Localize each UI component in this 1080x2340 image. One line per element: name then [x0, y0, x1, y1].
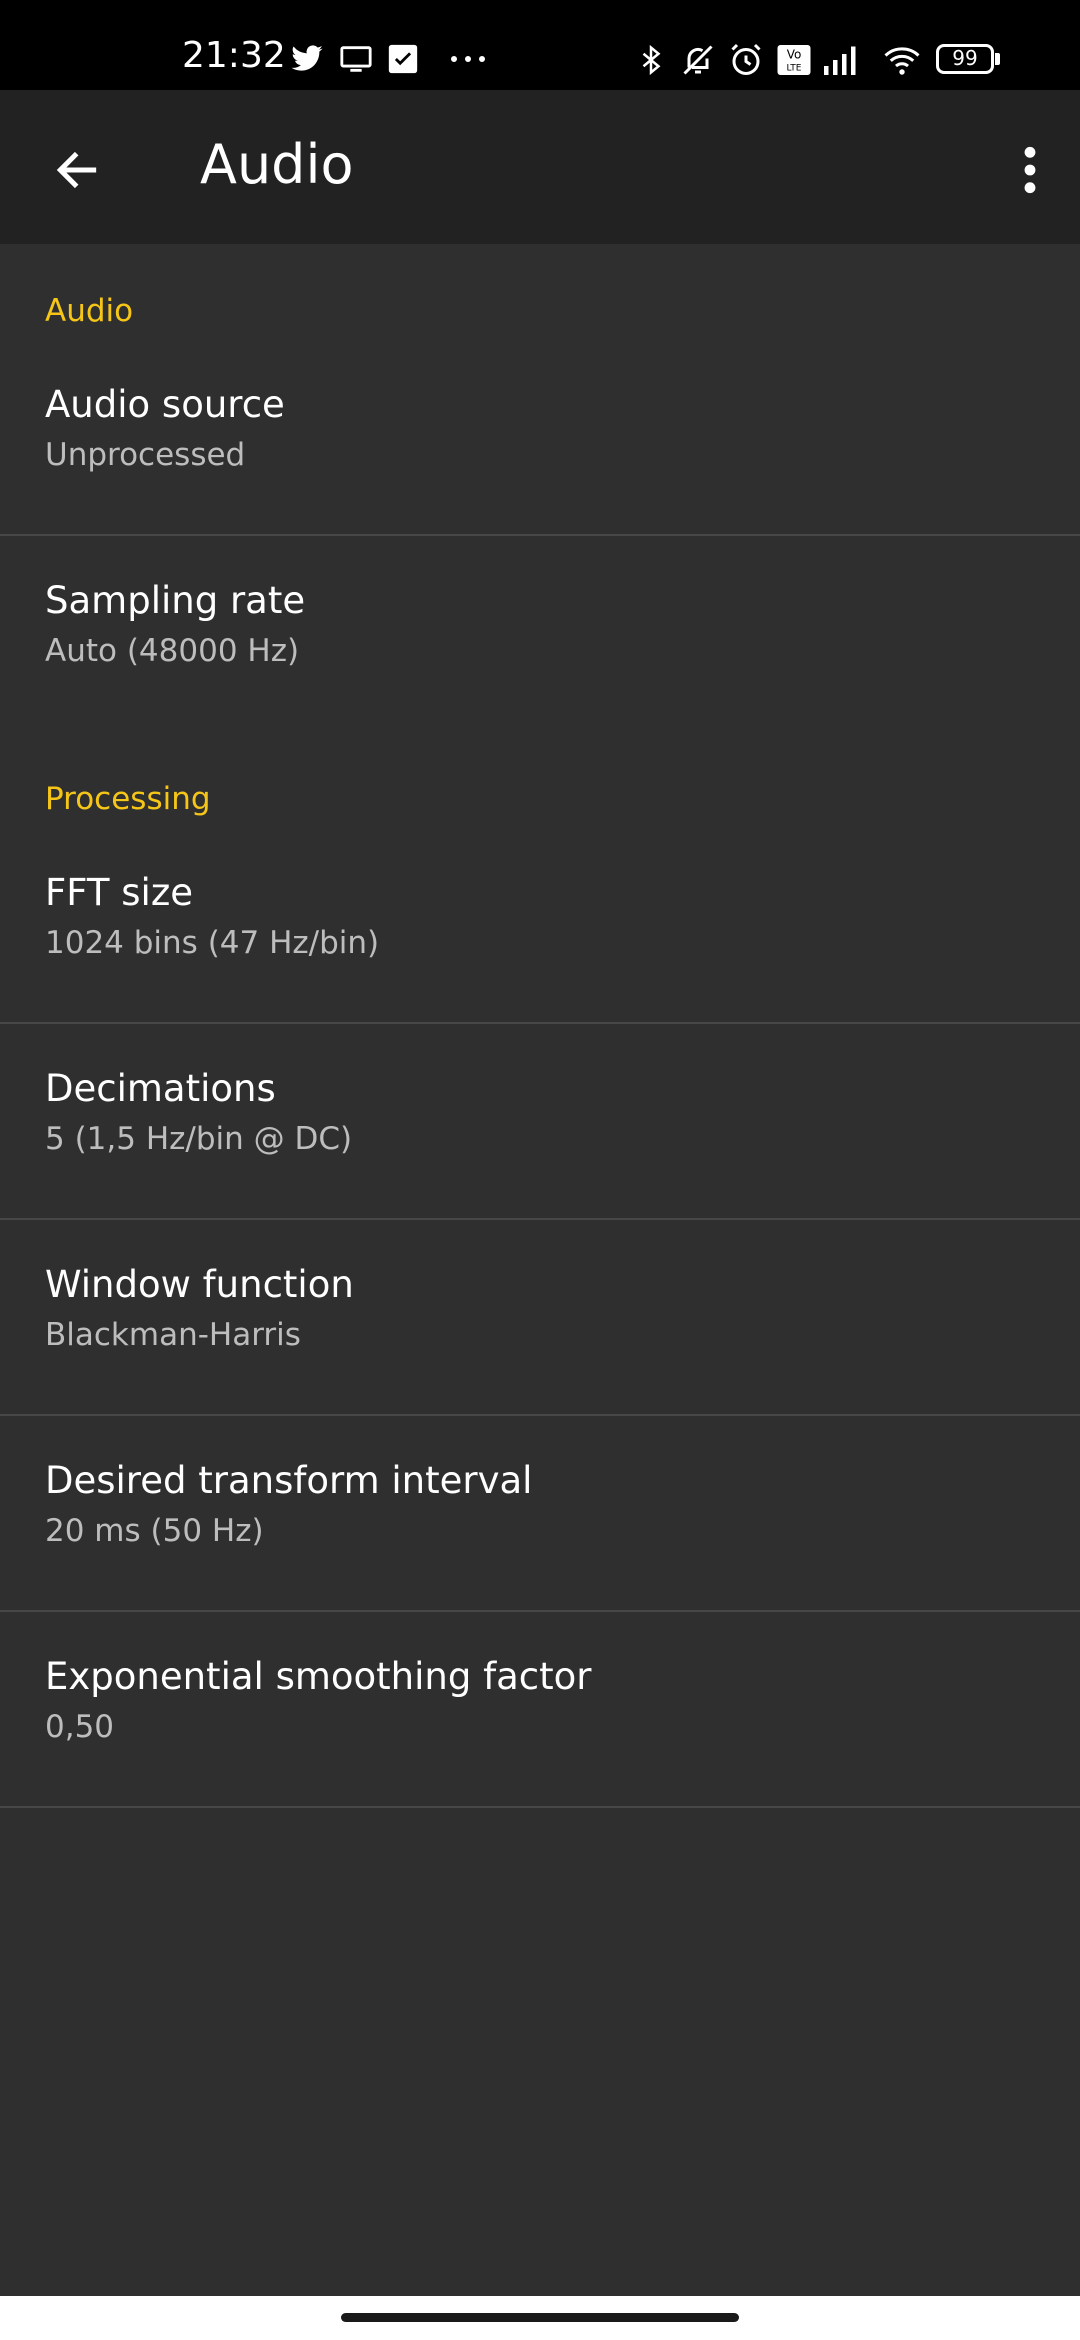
status-right-icons: Vo LTE 99	[636, 42, 1026, 82]
section-header-audio: Audio	[45, 293, 134, 329]
back-button[interactable]	[34, 134, 120, 206]
svg-text:LTE: LTE	[787, 64, 802, 74]
pref-audio-source[interactable]: Audio source Unprocessed	[0, 340, 1080, 536]
pref-title: FFT size	[45, 871, 194, 914]
app-bar: Audio	[0, 90, 1080, 244]
pref-summary: 20 ms (50 Hz)	[45, 1513, 264, 1549]
pref-summary: Auto (48000 Hz)	[45, 633, 300, 669]
pref-title: Desired transform interval	[45, 1459, 533, 1502]
pref-summary: Blackman-Harris	[45, 1317, 301, 1353]
pref-summary: 5 (1,5 Hz/bin @ DC)	[45, 1121, 353, 1157]
navigation-bar	[0, 2296, 1080, 2340]
status-bar: 21:32 Vo LTE 99	[0, 0, 1080, 90]
pref-smoothing-factor[interactable]: Exponential smoothing factor 0,50	[0, 1612, 1080, 1808]
battery-level: 99	[952, 46, 978, 70]
pref-decimations[interactable]: Decimations 5 (1,5 Hz/bin @ DC)	[0, 1024, 1080, 1220]
svg-text:Vo: Vo	[787, 48, 802, 62]
wifi-icon	[884, 47, 920, 75]
pref-summary: 1024 bins (47 Hz/bin)	[45, 925, 380, 961]
muted-bell-icon	[683, 45, 713, 75]
task-check-icon	[388, 44, 418, 74]
twitter-icon	[291, 45, 323, 71]
pref-title: Exponential smoothing factor	[45, 1655, 592, 1698]
pref-transform-interval[interactable]: Desired transform interval 20 ms (50 Hz)	[0, 1416, 1080, 1612]
pref-window-function[interactable]: Window function Blackman-Harris	[0, 1220, 1080, 1416]
more-options-button[interactable]	[1000, 130, 1060, 210]
volte-icon: Vo LTE	[777, 45, 811, 75]
pref-sampling-rate[interactable]: Sampling rate Auto (48000 Hz)	[0, 536, 1080, 732]
page-title: Audio	[200, 133, 354, 196]
pref-title: Sampling rate	[45, 579, 306, 622]
pref-summary: 0,50	[45, 1709, 115, 1745]
section-header-processing: Processing	[45, 781, 211, 817]
pref-summary: Unprocessed	[45, 437, 246, 473]
cell-signal-icon	[824, 46, 856, 75]
pref-title: Decimations	[45, 1067, 276, 1110]
home-indicator[interactable]	[341, 2313, 739, 2322]
status-time: 21:32	[182, 35, 286, 76]
bluetooth-icon	[642, 44, 661, 76]
pref-title: Window function	[45, 1263, 354, 1306]
battery-icon: 99	[936, 44, 1000, 74]
more-notifications-icon	[451, 56, 485, 62]
pref-fft-size[interactable]: FFT size 1024 bins (47 Hz/bin)	[0, 828, 1080, 1024]
pref-title: Audio source	[45, 383, 285, 426]
cast-icon	[340, 46, 372, 72]
more-vert-icon	[1024, 146, 1036, 194]
alarm-icon	[731, 43, 761, 75]
back-arrow-icon	[56, 151, 97, 189]
